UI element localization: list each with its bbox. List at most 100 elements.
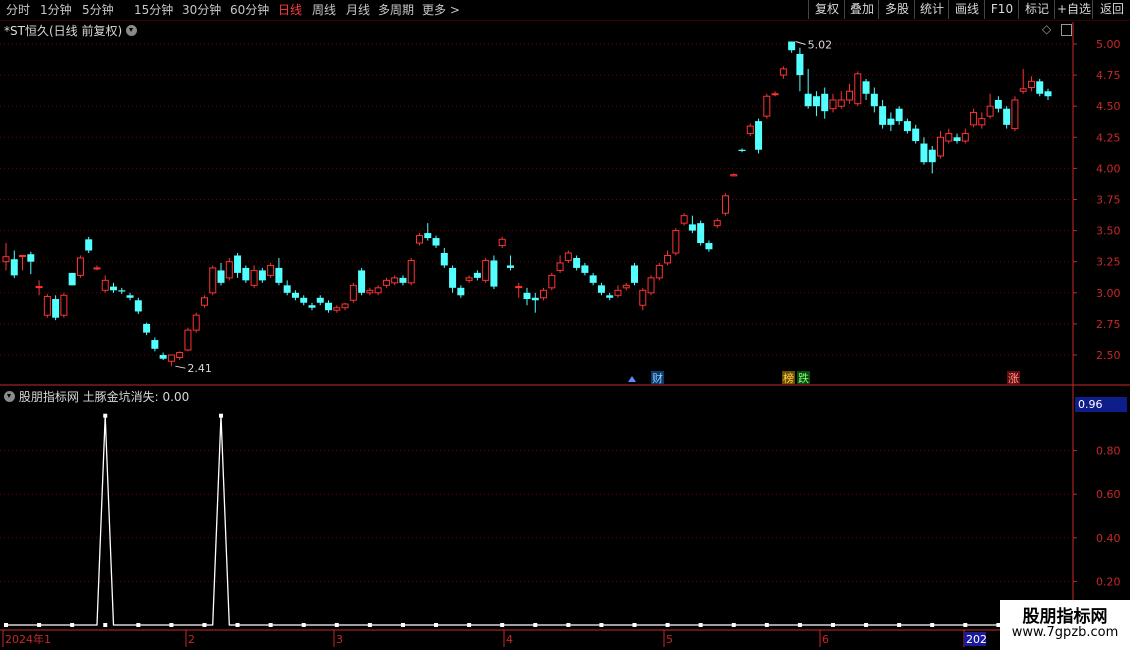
indicator-marker [533, 623, 538, 627]
candle [424, 223, 432, 241]
indicator-line [6, 415, 1048, 626]
event-tag-3: 涨 [1008, 372, 1019, 385]
indicator-marker [930, 623, 935, 627]
indicator-marker [864, 623, 869, 627]
candle [192, 312, 200, 333]
indicator-title: 股朋指标网 [18, 390, 79, 404]
indicator-marker [566, 623, 571, 627]
candle [176, 351, 184, 360]
candle [837, 91, 845, 109]
event-tag-0: 财 [652, 371, 663, 385]
candle [267, 262, 275, 278]
candle [936, 131, 944, 159]
candle [862, 78, 870, 100]
candle [556, 255, 564, 273]
candle [234, 252, 242, 278]
candle [1011, 96, 1019, 132]
candle [771, 91, 779, 97]
candle [763, 93, 771, 119]
candle [52, 295, 60, 321]
candle [300, 295, 308, 306]
candle [482, 257, 490, 283]
candle [970, 108, 978, 128]
candle [366, 287, 374, 296]
candle [994, 96, 1002, 113]
candle [316, 295, 324, 306]
candle [184, 327, 192, 352]
watermark-title: 股朋指标网 [1022, 607, 1108, 627]
x-axis-label: 3 [336, 633, 343, 646]
candle [829, 93, 837, 113]
candle [631, 262, 639, 286]
candle [2, 243, 10, 271]
panel-toggle-icon[interactable] [1061, 24, 1072, 36]
indicator-marker [268, 623, 273, 627]
candle [10, 250, 18, 278]
candle [325, 300, 333, 313]
candle [101, 275, 109, 293]
candle [672, 228, 680, 256]
price-tick-label: 4.25 [1096, 131, 1121, 144]
candle [68, 272, 76, 286]
annotation-label: 2.41 [187, 362, 212, 375]
event-tag-2: 跌 [798, 371, 809, 385]
candle [953, 133, 961, 144]
candle [1003, 106, 1011, 129]
candle [680, 213, 688, 226]
candle [341, 302, 349, 311]
candle [597, 282, 605, 296]
candle [903, 118, 911, 134]
candle [60, 292, 68, 318]
x-axis-label: 2024年1 [5, 632, 51, 646]
chevron-down-icon[interactable] [125, 25, 137, 36]
indicator-current-value: 0.96 [1075, 397, 1127, 412]
candle [391, 275, 399, 286]
indicator-marker [698, 623, 703, 627]
chevron-down-icon[interactable] [4, 391, 15, 402]
indicator-marker [400, 623, 405, 627]
candle [639, 287, 647, 311]
candle [846, 83, 854, 104]
watermark-url: www.7gpzb.com [1011, 625, 1119, 640]
price-tick-label: 3.50 [1096, 225, 1121, 238]
candle [746, 123, 754, 137]
price-tick-label: 3.00 [1096, 287, 1121, 300]
candle [821, 87, 829, 119]
candle [1019, 68, 1027, 94]
indicator-marker [963, 623, 968, 627]
candle [457, 285, 465, 298]
indicator-tick-label: 0.40 [1096, 532, 1121, 545]
candle [134, 297, 142, 314]
candle [291, 290, 299, 301]
candle [986, 93, 994, 119]
candle [647, 275, 655, 296]
indicator-marker [897, 623, 902, 627]
indicator-marker [665, 623, 670, 627]
x-axis-label: 202 [966, 633, 987, 646]
candle [854, 71, 862, 107]
x-axis-label: 2 [188, 633, 195, 646]
candle [887, 112, 895, 132]
indicator-marker [169, 623, 174, 627]
candle [961, 128, 969, 144]
annotation-label: 5.02 [808, 39, 833, 52]
candle [498, 236, 506, 249]
candle [755, 118, 763, 154]
candle [358, 267, 366, 296]
candle [85, 236, 93, 253]
indicator-panel-header: 股朋指标网 土豚金坑消失: 0.00 [4, 388, 189, 405]
event-arrow-icon [628, 376, 636, 382]
candle [548, 272, 556, 291]
candle [440, 248, 448, 268]
price-tick-label: 2.50 [1096, 349, 1121, 362]
indicator-marker [367, 623, 372, 627]
candle [895, 106, 903, 125]
candle [812, 91, 820, 117]
indicator-marker [334, 623, 339, 627]
diamond-icon[interactable]: ◇ [1042, 22, 1051, 36]
candle [407, 257, 415, 286]
candle [804, 68, 812, 109]
candle [93, 265, 101, 271]
candle [664, 250, 672, 266]
indicator-marker [202, 623, 207, 627]
